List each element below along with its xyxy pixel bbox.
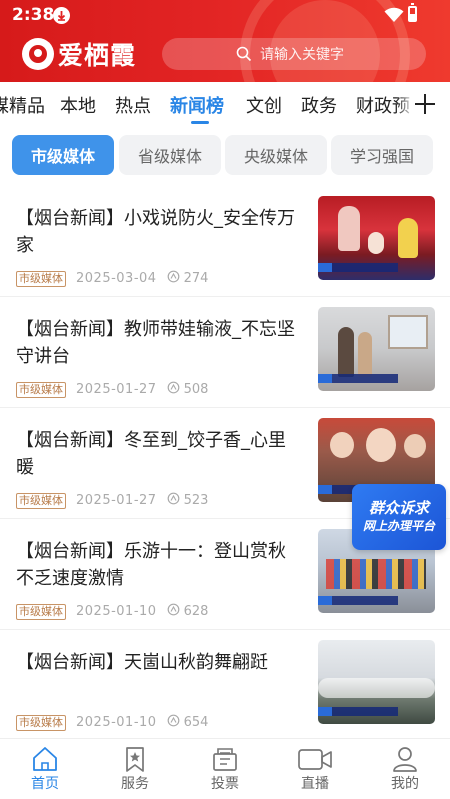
media-badge: 市级媒体: [16, 381, 66, 398]
news-date: 2025-01-27: [76, 493, 157, 508]
status-time: 2:38: [12, 5, 55, 25]
news-date: 2025-01-10: [76, 604, 157, 619]
subtab-province-media[interactable]: 省级媒体: [119, 135, 221, 175]
tab-news-ranking[interactable]: 新闻榜: [170, 92, 224, 118]
subtab-central-media[interactable]: 央级媒体: [225, 135, 327, 175]
video-camera-icon: [297, 746, 333, 776]
subtab-xuexi[interactable]: 学习强国: [331, 135, 433, 175]
news-title: 【烟台新闻】教师带娃输液_不忘坚守讲台: [16, 319, 295, 367]
search-icon: [236, 46, 252, 66]
news-meta: 市级媒体 2025-01-27 508: [16, 381, 208, 398]
views-icon: [167, 270, 180, 287]
media-badge: 市级媒体: [16, 714, 66, 731]
news-title: 【烟台新闻】天崮山秋韵舞翩跹: [16, 652, 268, 673]
category-tabs: 媒精品 本地 热点 新闻榜 文创 政务 财政预: [0, 82, 450, 128]
home-icon: [31, 746, 59, 776]
views-icon: [167, 492, 180, 509]
news-meta: 市级媒体 2025-03-04 274: [16, 270, 208, 287]
media-badge: 市级媒体: [16, 603, 66, 620]
bookmark-star-icon: [121, 746, 149, 776]
person-icon: [391, 746, 419, 776]
tab-local[interactable]: 本地: [60, 92, 96, 118]
nav-profile[interactable]: 我的: [360, 739, 450, 799]
thumbnail-caption-bar: [318, 596, 398, 605]
news-date: 2025-01-10: [76, 715, 157, 730]
news-thumbnail: [318, 196, 435, 280]
media-badge: 市级媒体: [16, 270, 66, 287]
add-category-icon[interactable]: [414, 93, 436, 115]
news-meta: 市级媒体 2025-01-10 654: [16, 714, 208, 731]
news-views: 523: [183, 493, 209, 508]
public-appeal-float-button[interactable]: 群众诉求 网上办理平台: [352, 484, 446, 550]
download-icon: [53, 7, 70, 24]
app-name: 爱栖霞: [58, 41, 137, 70]
nav-vote[interactable]: 投票: [180, 739, 270, 799]
nav-live[interactable]: 直播: [270, 739, 360, 799]
views-icon: [167, 381, 180, 398]
news-views: 274: [183, 271, 209, 286]
status-bar: 2:38: [0, 0, 450, 30]
nav-label: 我的: [391, 776, 419, 792]
media-level-tabs: 市级媒体 省级媒体 央级媒体 学习强国: [0, 128, 450, 184]
news-title: 【烟台新闻】乐游十一：登山赏秋 不乏速度激情: [16, 541, 286, 589]
float-badge-line2: 网上办理平台: [362, 519, 435, 533]
views-icon: [167, 714, 180, 731]
news-title: 【烟台新闻】冬至到_饺子香_心里暖: [16, 430, 286, 478]
float-badge-line1: 群众诉求: [368, 499, 429, 517]
nav-label: 直播: [301, 776, 329, 792]
news-views: 654: [183, 715, 209, 730]
news-thumbnail: [318, 307, 435, 391]
media-badge: 市级媒体: [16, 492, 66, 509]
nav-label: 投票: [211, 776, 239, 792]
news-item[interactable]: 【烟台新闻】天崮山秋韵舞翩跹 市级媒体 2025-01-10 654: [0, 630, 450, 741]
wifi-icon: [384, 7, 404, 27]
battery-icon: [408, 3, 417, 22]
app-header: 2:38 爱栖霞 请输入关键字: [0, 0, 450, 82]
news-views: 508: [183, 382, 209, 397]
app-logo: 爱栖霞: [22, 36, 136, 72]
nav-services[interactable]: 服务: [90, 739, 180, 799]
news-meta: 市级媒体 2025-01-10 628: [16, 603, 208, 620]
news-meta: 市级媒体 2025-01-27 523: [16, 492, 208, 509]
news-item[interactable]: 【烟台新闻】小戏说防火_安全传万家 市级媒体 2025-03-04 274: [0, 186, 450, 297]
news-views: 628: [183, 604, 209, 619]
thumbnail-caption-bar: [318, 374, 398, 383]
tab-media-picks[interactable]: 媒精品: [0, 92, 45, 118]
bottom-nav: 首页 服务 投票 直播 我的: [0, 738, 450, 799]
news-title: 【烟台新闻】小戏说防火_安全传万家: [16, 208, 295, 256]
subtab-city-media[interactable]: 市级媒体: [12, 135, 114, 175]
news-date: 2025-01-27: [76, 382, 157, 397]
news-date: 2025-03-04: [76, 271, 157, 286]
thumbnail-caption-bar: [318, 263, 398, 272]
news-item[interactable]: 【烟台新闻】教师带娃输液_不忘坚守讲台 市级媒体 2025-01-27 508: [0, 297, 450, 408]
active-tab-indicator: [191, 121, 209, 124]
logo-mark-icon: [22, 38, 54, 70]
nav-label: 服务: [121, 776, 149, 792]
search-bar[interactable]: 请输入关键字: [162, 38, 426, 70]
tab-hot[interactable]: 热点: [115, 92, 151, 118]
ballot-icon: [211, 746, 239, 776]
views-icon: [167, 603, 180, 620]
nav-home[interactable]: 首页: [0, 739, 90, 799]
tab-culture[interactable]: 文创: [246, 92, 282, 118]
nav-label: 首页: [31, 776, 59, 792]
tab-government[interactable]: 政务: [301, 92, 337, 118]
thumbnail-caption-bar: [318, 707, 398, 716]
search-placeholder: 请输入关键字: [260, 47, 344, 63]
news-thumbnail: [318, 640, 435, 724]
